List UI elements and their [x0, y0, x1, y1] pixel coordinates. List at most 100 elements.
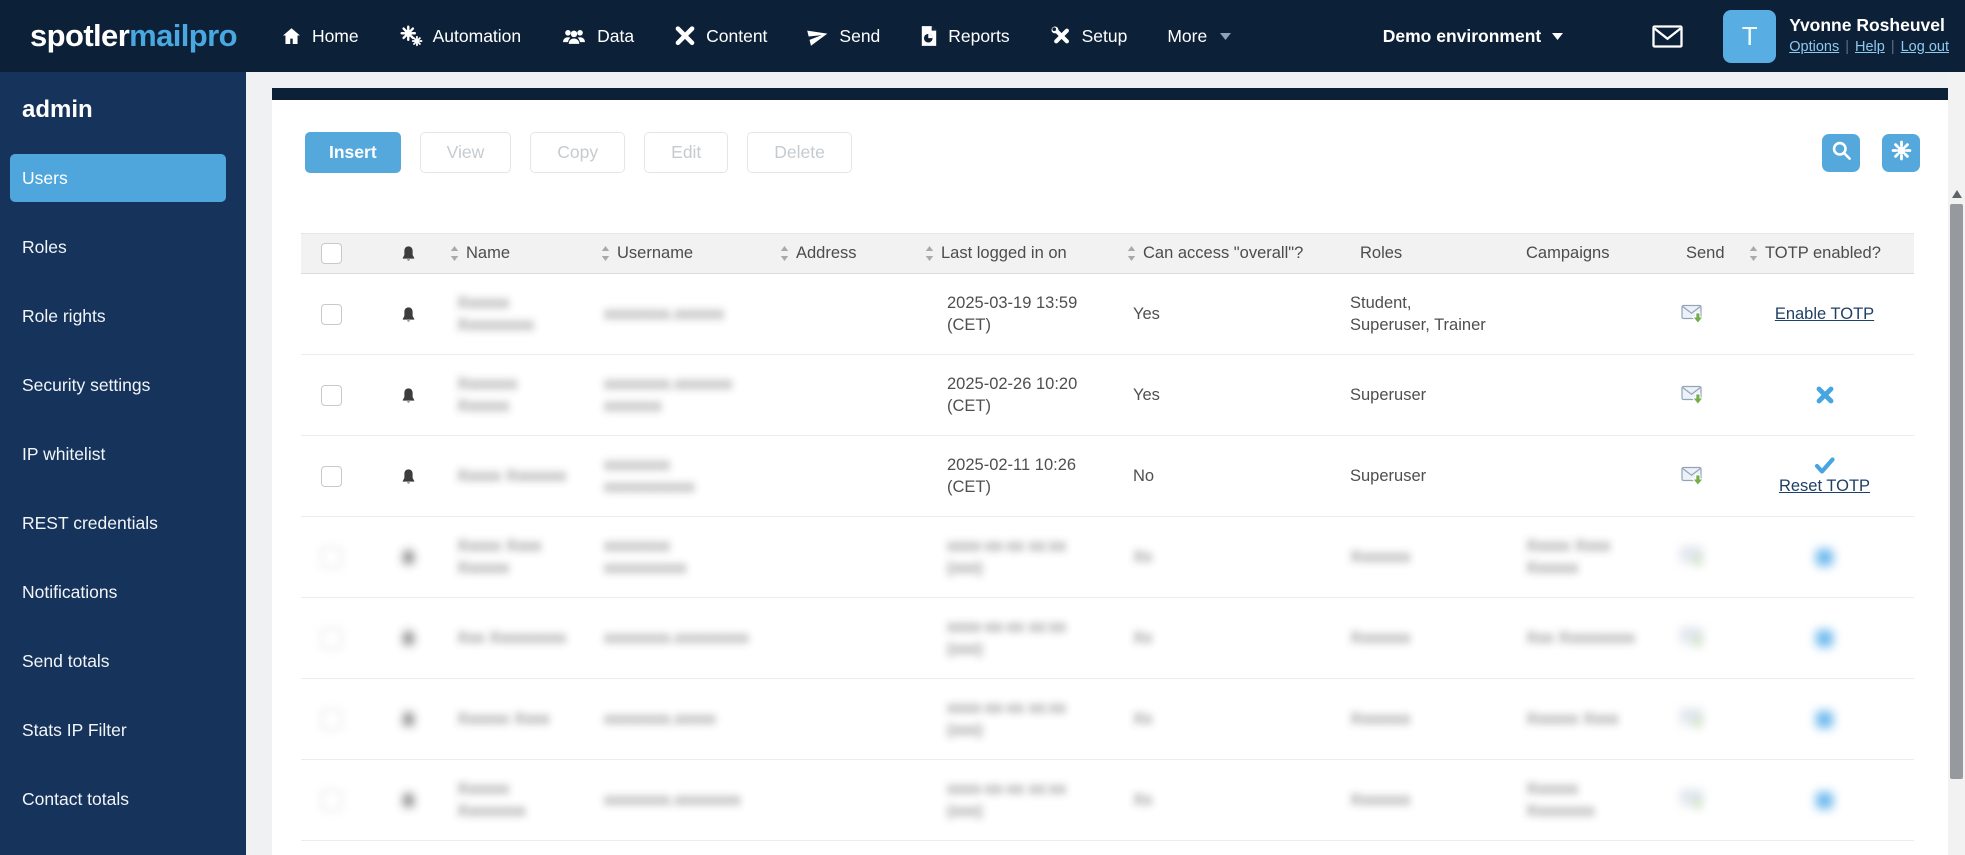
envelope-icon[interactable]	[1652, 24, 1683, 48]
sidebar-item-role-rights[interactable]: Role rights	[0, 292, 246, 340]
cell-text: Xxxxxx Xxxxxxxxx	[457, 294, 535, 334]
app-logo[interactable]: spotlermailpro	[30, 18, 238, 54]
column-header-totp[interactable]: TOTP enabled?	[1735, 244, 1914, 263]
nav-item-label: Setup	[1081, 25, 1128, 46]
cell-send	[1650, 465, 1735, 487]
sort-icon	[1127, 246, 1136, 261]
cell-send	[1650, 546, 1735, 568]
cell-text: xxxxxxxx.xxxxxxxx	[604, 791, 741, 809]
cell-last_login: xxxx-xx-xx xx:xx (xxx)	[911, 697, 1113, 741]
main-nav: Home Automation Data Content Send Reports Setu…	[281, 25, 1232, 47]
nav-item-setup[interactable]: Setup	[1050, 25, 1128, 47]
table-row: Xxxxxxx Xxxxxx xxxxxxxx.xxxxxxx xxxxxxx 2025…	[301, 355, 1914, 436]
nav-item-label: Data	[597, 25, 635, 46]
scrollbar-up-arrow[interactable]	[1952, 190, 1962, 198]
cell-notify	[363, 468, 436, 485]
sort-icon	[780, 246, 789, 261]
cell-roles: Superuser	[1324, 384, 1490, 406]
cell-roles: Xxxxxxx	[1324, 708, 1490, 730]
column-header-address[interactable]: Address	[766, 244, 911, 263]
cell-totp	[1735, 548, 1914, 566]
sidebar-item-notifications[interactable]: Notifications	[0, 568, 246, 616]
logout-link[interactable]: Log out	[1901, 39, 1949, 55]
view-button[interactable]: View	[419, 132, 512, 173]
delete-button[interactable]: Delete	[747, 132, 852, 173]
column-header-name[interactable]: Name	[436, 244, 587, 263]
nav-item-content[interactable]: Content	[674, 26, 767, 47]
row-checkbox[interactable]	[321, 384, 342, 406]
nav-item-reports[interactable]: Reports	[920, 25, 1010, 47]
column-header-overall[interactable]: Can access "overall"?	[1113, 244, 1324, 263]
sidebar-item-stats-ip-filter[interactable]: Stats IP Filter	[0, 706, 246, 754]
cell-name: Xxx Xxxxxxxxx	[436, 627, 587, 649]
column-header-send: Send	[1650, 244, 1735, 263]
column-header-username[interactable]: Username	[587, 244, 766, 263]
send-mail-button[interactable]	[1680, 789, 1705, 811]
people-icon	[561, 27, 587, 46]
user-name: Yvonne Rosheuvel	[1789, 15, 1945, 36]
cell-text: Xxxxx Xxxx Xxxxxx	[1526, 537, 1611, 577]
column-label: Send	[1686, 244, 1725, 262]
select-all-checkbox[interactable]	[321, 243, 342, 264]
column-label: Last logged in on	[941, 244, 1067, 262]
search-button[interactable]	[1822, 133, 1860, 172]
table-settings-button[interactable]	[1882, 133, 1920, 172]
options-link[interactable]: Options	[1789, 39, 1839, 55]
sidebar-item-rest-credentials[interactable]: REST credentials	[0, 499, 246, 547]
send-mail-button[interactable]	[1680, 303, 1705, 325]
sidebar-item-roles[interactable]: Roles	[0, 223, 246, 271]
row-checkbox[interactable]	[321, 789, 342, 811]
sidebar-item-send-totals[interactable]: Send totals	[0, 637, 246, 685]
insert-button[interactable]: Insert	[305, 132, 401, 173]
sidebar-item-contact-totals[interactable]: Contact totals	[0, 775, 246, 823]
copy-button[interactable]: Copy	[530, 132, 626, 173]
edit-button[interactable]: Edit	[644, 132, 729, 173]
cell-text: Yes	[1133, 305, 1160, 323]
send-mail-button[interactable]	[1680, 627, 1705, 649]
row-checkbox[interactable]	[321, 546, 342, 568]
column-label: Username	[617, 244, 694, 262]
send-mail-button[interactable]	[1680, 465, 1705, 487]
send-mail-button[interactable]	[1680, 384, 1705, 406]
environment-selector[interactable]: Demo environment	[1383, 26, 1565, 47]
table-row: Xxxxx Xxxxxxx xxxxxxxx xxxxxxxxxxx 2025-02-…	[301, 436, 1914, 517]
avatar[interactable]: T	[1723, 9, 1777, 63]
bell-icon	[401, 245, 416, 262]
cell-totp	[1735, 385, 1914, 405]
bell-icon	[401, 792, 416, 809]
table-header-row: Name Username Address Last logged in on Can …	[301, 233, 1914, 274]
row-checkbox[interactable]	[321, 303, 342, 325]
cell-roles: Xxxxxxx	[1324, 789, 1490, 811]
sort-icon	[925, 246, 934, 261]
scrollbar-thumb[interactable]	[1950, 204, 1963, 779]
nav-item-send[interactable]: Send	[807, 25, 880, 47]
send-mail-button[interactable]	[1680, 546, 1705, 568]
cell-name: Xxxxxx Xxxxxxxx	[436, 778, 587, 822]
enable-totp-link[interactable]: Enable TOTP	[1775, 305, 1874, 324]
row-checkbox[interactable]	[321, 627, 342, 649]
row-checkbox[interactable]	[321, 465, 342, 487]
nav-item-home[interactable]: Home	[281, 26, 359, 47]
column-header-last_login[interactable]: Last logged in on	[911, 244, 1113, 263]
cell-send	[1650, 384, 1735, 406]
cell-username: xxxxxxxx.xxxxx	[587, 708, 766, 730]
nav-item-data[interactable]: Data	[561, 26, 634, 47]
send-mail-button[interactable]	[1680, 708, 1705, 730]
cell-text: Xx	[1133, 548, 1153, 566]
row-checkbox[interactable]	[321, 708, 342, 730]
sidebar-item-security-settings[interactable]: Security settings	[0, 361, 246, 409]
cell-text: Xxxxxx Xxxx	[457, 710, 550, 728]
nav-item-automation[interactable]: Automation	[399, 25, 521, 47]
cell-totp	[1735, 791, 1914, 809]
column-label: Campaigns	[1526, 244, 1610, 262]
sidebar-item-ip-whitelist[interactable]: IP whitelist	[0, 430, 246, 478]
cell-select	[301, 627, 363, 649]
totp-disabled-cross-icon[interactable]	[1815, 385, 1835, 405]
cell-username: xxxxxxxx.xxxxxx	[587, 303, 766, 325]
help-link[interactable]: Help	[1855, 39, 1885, 55]
reset-totp-link[interactable]: Reset TOTP	[1779, 477, 1870, 496]
totp-status: Reset TOTP	[1779, 456, 1870, 496]
nav-item-more[interactable]: More	[1167, 26, 1232, 47]
cell-text: xxxxxxxx.xxxxxxx xxxxxxx	[604, 375, 733, 415]
sidebar-item-users[interactable]: Users	[10, 154, 226, 202]
